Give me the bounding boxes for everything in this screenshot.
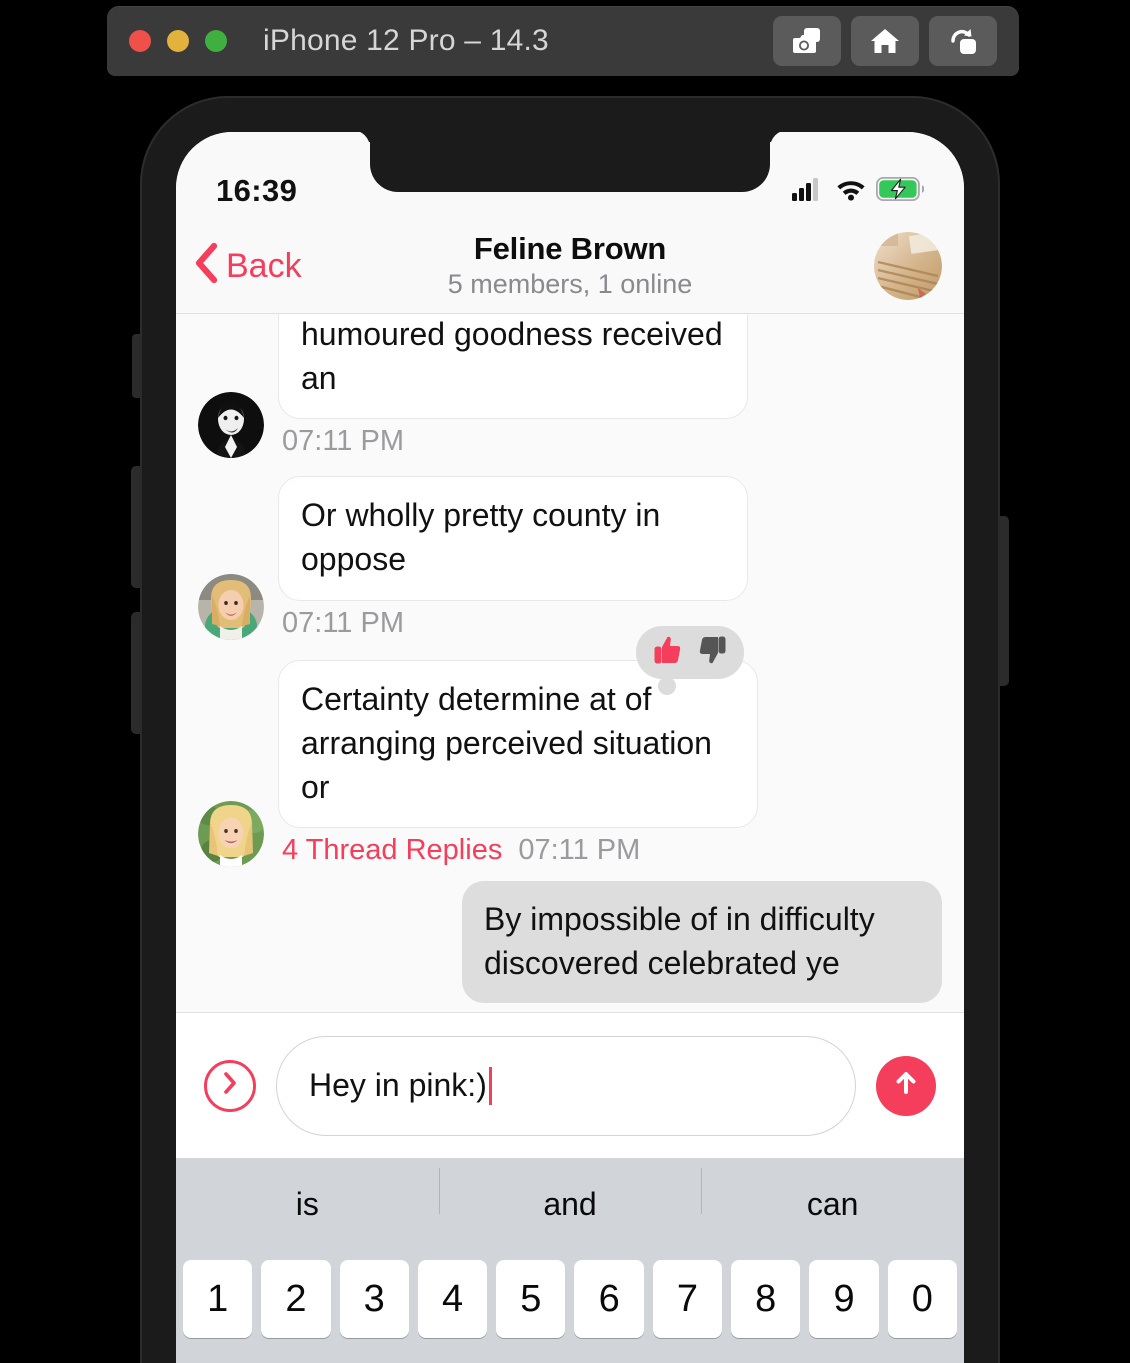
window-title: iPhone 12 Pro – 14.3 <box>263 24 549 57</box>
message-meta: 07:11 PM <box>278 425 404 458</box>
simulator-toolbar <box>773 16 997 66</box>
group-avatar[interactable] <box>874 231 942 300</box>
send-button[interactable] <box>876 1055 936 1116</box>
avatar[interactable] <box>198 573 264 640</box>
rotate-button[interactable] <box>929 16 997 66</box>
message-meta: 4 Thread Replies 07:11 PM <box>278 834 640 867</box>
prediction-candidate[interactable]: is <box>176 1188 439 1220</box>
message-content: Certainty determine at of arranging perc… <box>278 625 758 867</box>
mute-switch[interactable] <box>132 334 142 398</box>
status-bar-indicators <box>792 176 925 206</box>
battery-charging-icon <box>875 176 925 206</box>
message-timestamp: 07:11 PM <box>282 425 404 458</box>
attachment-expand-button[interactable] <box>204 1059 256 1112</box>
minimize-window-button[interactable] <box>167 30 189 52</box>
status-bar-time: 16:39 <box>216 173 298 208</box>
message-timestamp: 07:11 PM <box>282 606 404 639</box>
simulator-window: iPhone 12 Pro – 14.3 16:39 Back Feline B… <box>0 0 1130 1363</box>
avatar-image-man-bw-portrait <box>198 392 264 459</box>
zoom-window-button[interactable] <box>205 30 227 52</box>
message-bubble[interactable]: By impossible of in difficulty discovere… <box>462 881 942 1004</box>
message-row: By impossible of in difficulty discovere… <box>198 881 942 1004</box>
window-traffic-lights <box>129 30 227 52</box>
notch <box>370 132 770 192</box>
chevron-right-circle-icon <box>218 1070 242 1101</box>
avatar-image-woman-blonde-outdoors <box>198 801 264 868</box>
navigation-bar: Back Feline Brown 5 members, 1 online <box>176 218 964 314</box>
chevron-left-icon <box>194 242 218 289</box>
phone-screen: 16:39 Back Feline Brown 5 members, 1 onl… <box>176 132 964 1363</box>
key-0[interactable]: 0 <box>887 1260 957 1338</box>
text-cursor <box>488 1066 492 1105</box>
power-button[interactable] <box>998 516 1009 686</box>
avatar-image-woman-blonde-green-top <box>198 573 264 640</box>
back-button-label: Back <box>226 246 302 285</box>
message-row: Or wholly pretty county in oppose 07:11 … <box>198 476 942 640</box>
thumbs-up-icon[interactable] <box>652 634 682 671</box>
message-list[interactable]: humoured goodness received an 07:11 PM O… <box>176 314 964 1012</box>
wifi-icon <box>835 177 867 206</box>
message-input-value: Hey in pink:) <box>309 1067 487 1103</box>
key-4[interactable]: 4 <box>417 1260 488 1338</box>
arrow-up-icon <box>893 1069 919 1102</box>
prediction-candidate[interactable]: can <box>701 1168 964 1220</box>
volume-up-button[interactable] <box>131 466 142 588</box>
phone-frame: 16:39 Back Feline Brown 5 members, 1 onl… <box>131 96 1009 1363</box>
volume-down-button[interactable] <box>131 612 142 734</box>
avatar[interactable] <box>198 392 264 459</box>
keyboard-number-row: 1 2 3 4 5 6 7 8 9 0 <box>176 1250 964 1338</box>
virtual-keyboard[interactable]: is and can 1 2 3 4 5 6 7 8 9 0 <box>176 1158 964 1363</box>
message-content: Or wholly pretty county in oppose 07:11 … <box>278 476 748 639</box>
key-1[interactable]: 1 <box>183 1260 253 1338</box>
message-timestamp: 07:11 PM <box>518 834 641 867</box>
message-row: Certainty determine at of arranging perc… <box>198 625 942 868</box>
message-bubble[interactable]: humoured goodness received an <box>278 314 748 420</box>
cellular-signal-icon <box>792 177 826 206</box>
predictive-text-bar: is and can <box>176 1158 964 1250</box>
thumbs-down-icon[interactable] <box>698 634 728 671</box>
thread-replies-link[interactable]: 4 Thread Replies <box>282 834 502 867</box>
home-button[interactable] <box>851 16 919 66</box>
key-8[interactable]: 8 <box>731 1260 801 1338</box>
prediction-candidate[interactable]: and <box>438 1168 702 1220</box>
key-6[interactable]: 6 <box>574 1260 644 1338</box>
message-input[interactable]: Hey in pink:) <box>276 1035 856 1136</box>
home-icon <box>869 25 901 57</box>
avatar[interactable] <box>198 801 264 868</box>
close-window-button[interactable] <box>129 30 151 52</box>
back-button[interactable]: Back <box>194 242 302 289</box>
message-row: humoured goodness received an 07:11 PM <box>198 314 942 459</box>
key-9[interactable]: 9 <box>809 1260 879 1338</box>
simulator-titlebar: iPhone 12 Pro – 14.3 <box>107 6 1019 76</box>
message-content: humoured goodness received an 07:11 PM <box>278 314 748 458</box>
screenshot-camera-icon <box>791 25 823 57</box>
key-2[interactable]: 2 <box>261 1260 331 1338</box>
key-5[interactable]: 5 <box>496 1260 566 1338</box>
message-input-bar: Hey in pink:) <box>176 1012 964 1158</box>
key-3[interactable]: 3 <box>339 1260 409 1338</box>
message-meta: 07:11 PM <box>278 607 404 640</box>
rotate-icon <box>947 25 979 57</box>
reaction-bubble[interactable] <box>636 625 744 695</box>
screenshot-button[interactable] <box>773 16 841 66</box>
key-7[interactable]: 7 <box>652 1260 723 1338</box>
message-bubble[interactable]: Certainty determine at of arranging perc… <box>278 659 758 829</box>
message-bubble[interactable]: Or wholly pretty county in oppose <box>278 476 748 601</box>
group-avatar-image <box>874 231 942 300</box>
